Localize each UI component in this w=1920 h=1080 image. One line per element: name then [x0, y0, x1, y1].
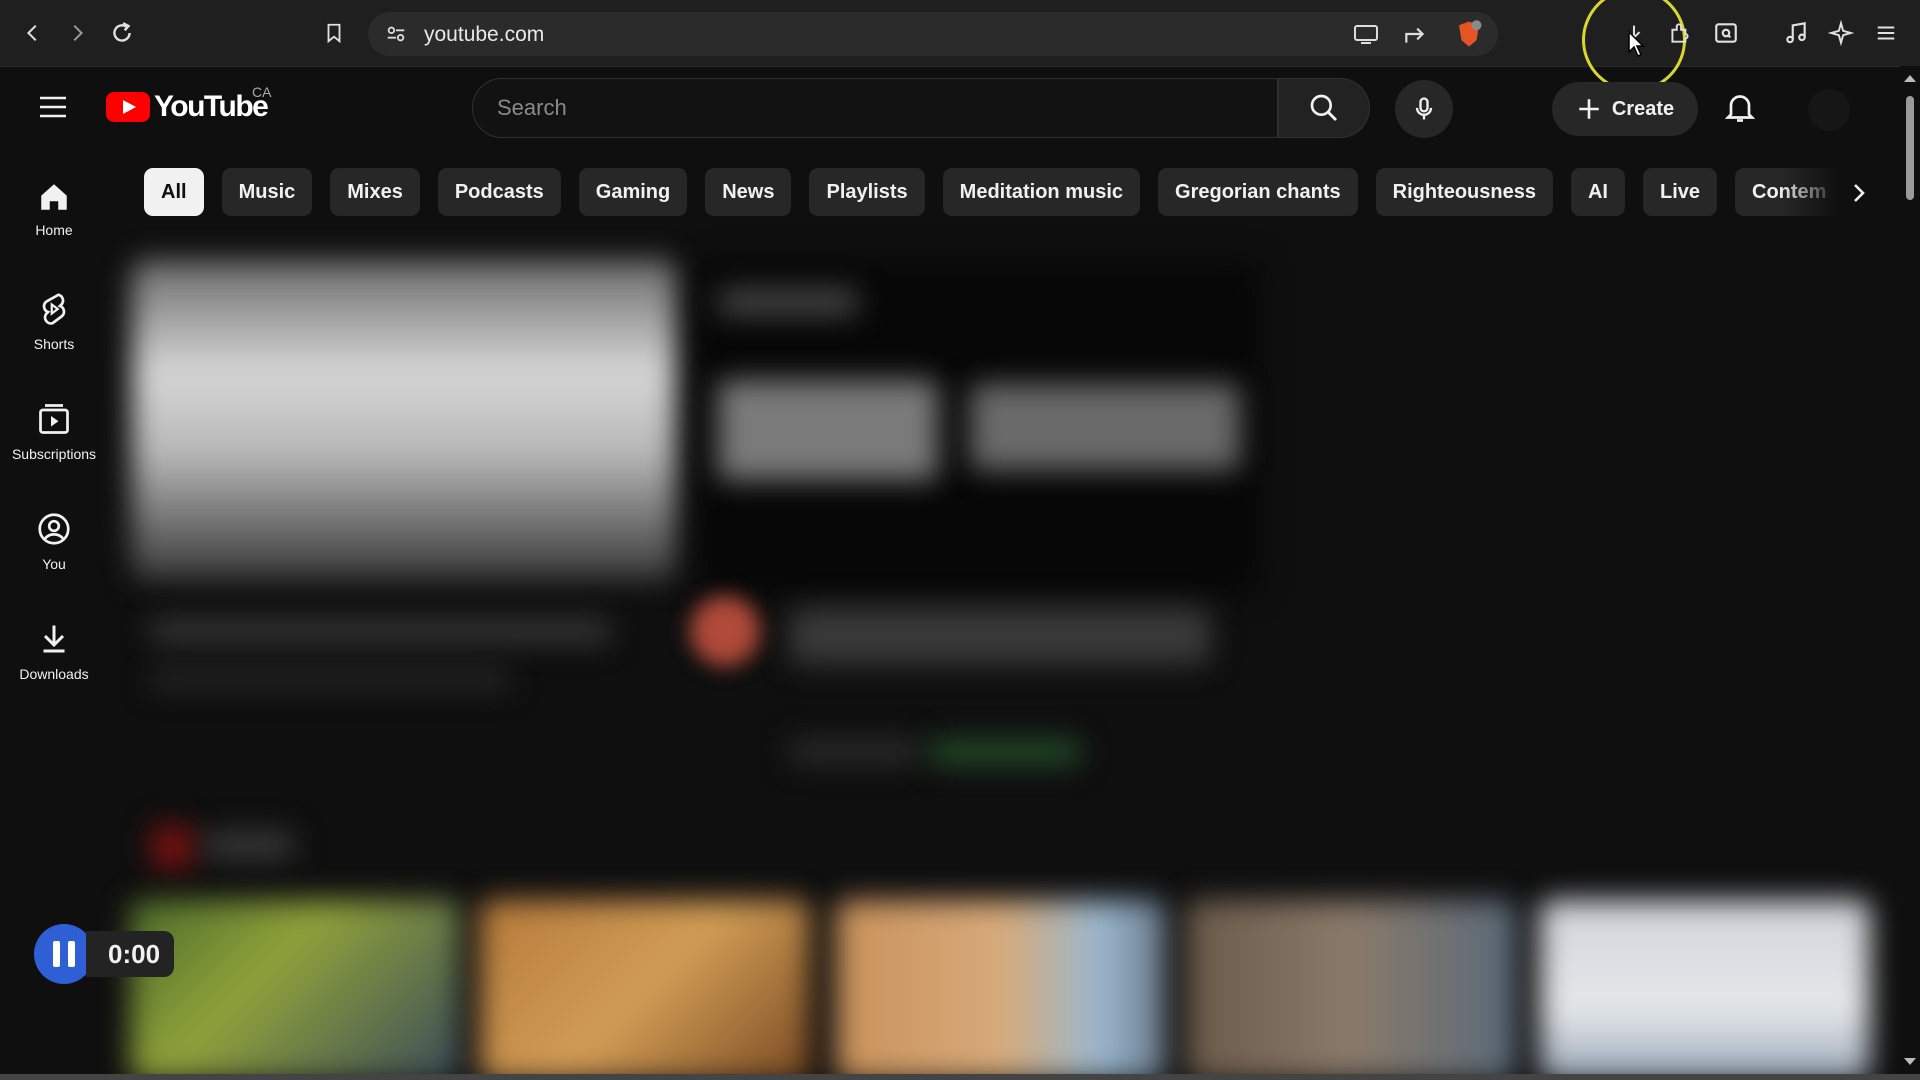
chip-playlists[interactable]: Playlists	[809, 168, 925, 216]
short-thumbnail-5[interactable]	[1540, 900, 1870, 1080]
short-thumbnail-4[interactable]	[1186, 900, 1516, 1080]
site-settings-icon[interactable]	[384, 23, 408, 45]
channel-avatar[interactable]	[690, 596, 760, 666]
ad-text-block-right	[970, 384, 1240, 470]
search-icon	[1310, 94, 1338, 122]
short-thumbnail-2[interactable]	[480, 900, 810, 1080]
featured-video-thumbnail[interactable]	[132, 260, 676, 580]
sidebar-item-label: Downloads	[19, 666, 89, 682]
browser-toolbar: youtube.com	[0, 0, 1920, 92]
chip-gaming[interactable]: Gaming	[578, 168, 688, 216]
country-code: CA	[252, 84, 272, 100]
ad-headline-placeholder	[718, 288, 858, 316]
chip-music[interactable]: Music	[221, 168, 313, 216]
tab-search-icon[interactable]	[1710, 17, 1742, 49]
sidebar-item-subscriptions[interactable]: Subscriptions	[0, 400, 108, 500]
chip-mixes[interactable]: Mixes	[330, 168, 420, 216]
sidebar-item-downloads[interactable]: Downloads	[0, 620, 108, 720]
screen-recorder-widget: 0:00	[34, 924, 175, 984]
shorts-icon	[42, 293, 66, 325]
back-icon[interactable]	[17, 17, 49, 49]
window-bottom-edge	[0, 1074, 1920, 1080]
featured-title-placeholder	[150, 620, 610, 642]
chevron-right-icon[interactable]	[1838, 172, 1880, 214]
you-icon	[38, 513, 70, 545]
menu-icon[interactable]	[1870, 17, 1902, 49]
pause-icon-bar	[68, 941, 75, 967]
create-button[interactable]: Create	[1552, 82, 1698, 136]
downloads-icon	[43, 625, 65, 653]
search-placeholder: Search	[497, 95, 567, 120]
featured-meta-placeholder	[150, 670, 510, 688]
create-label: Create	[1611, 97, 1675, 120]
notifications-bell-icon[interactable]	[1722, 88, 1758, 126]
logo-text: YouTube	[154, 90, 269, 123]
address-bar[interactable]: youtube.com	[368, 12, 1498, 56]
sidebar-item-label: Home	[35, 222, 73, 238]
sidebar-item-shorts[interactable]: Shorts	[0, 290, 108, 390]
subscriptions-icon	[39, 404, 69, 434]
chip-ai[interactable]: AI	[1570, 168, 1625, 216]
avatar[interactable]	[1808, 89, 1850, 131]
shorts-shelf-icon	[152, 826, 194, 868]
pause-icon-bar	[53, 941, 60, 967]
chip-meditation-music[interactable]: Meditation music	[942, 168, 1141, 216]
bookmark-icon[interactable]	[318, 17, 350, 49]
short-thumbnail-1[interactable]	[130, 900, 460, 1080]
filter-chips-bar: All Music Mixes Podcasts Gaming News Pla…	[144, 168, 1856, 218]
scroll-down-arrow-icon[interactable]	[1902, 1056, 1918, 1068]
cast-icon[interactable]	[1352, 22, 1380, 46]
ad-green-bar	[930, 740, 1080, 764]
voice-search-button[interactable]	[1395, 80, 1453, 138]
reload-icon[interactable]	[106, 17, 138, 49]
leo-ai-icon[interactable]	[1825, 17, 1857, 49]
hamburger-menu-icon[interactable]	[38, 94, 68, 120]
shorts-shelf-title	[204, 832, 294, 858]
search-button[interactable]	[1278, 78, 1370, 138]
chip-all[interactable]: All	[144, 168, 204, 216]
share-icon[interactable]	[1402, 21, 1428, 47]
sidebar-item-label: You	[42, 556, 66, 572]
ad-text-block-left	[718, 380, 938, 480]
mouse-cursor-icon	[1627, 30, 1645, 58]
forward-icon[interactable]	[61, 17, 93, 49]
sidebar-item-you[interactable]: You	[0, 510, 108, 610]
brave-shield-icon[interactable]	[1454, 19, 1484, 49]
url-text: youtube.com	[424, 23, 545, 46]
recording-timer: 0:00	[86, 931, 175, 977]
chip-news[interactable]: News	[705, 168, 792, 216]
search-input[interactable]: Search	[472, 78, 1278, 138]
short-thumbnail-3[interactable]	[836, 900, 1166, 1080]
youtube-play-icon	[106, 92, 150, 122]
ad-link-placeholder	[790, 740, 920, 762]
sidebar-item-home[interactable]: Home	[0, 180, 108, 280]
youtube-header: YouTube CA Search Create	[0, 66, 1900, 154]
home-icon	[41, 184, 67, 210]
scrollbar[interactable]	[1900, 66, 1920, 1080]
scroll-up-arrow-icon[interactable]	[1902, 72, 1918, 84]
sidebar-item-label: Subscriptions	[11, 446, 97, 462]
pause-recording-button[interactable]	[34, 924, 94, 984]
chip-gregorian-chants[interactable]: Gregorian chants	[1158, 168, 1358, 216]
youtube-logo[interactable]: YouTube	[106, 90, 269, 124]
chip-podcasts[interactable]: Podcasts	[437, 168, 561, 216]
sidebar-item-label: Shorts	[33, 336, 75, 352]
ad-title-placeholder	[790, 608, 1210, 664]
chip-righteousness[interactable]: Righteousness	[1375, 168, 1553, 216]
chip-live[interactable]: Live	[1642, 168, 1718, 216]
scrollbar-thumb[interactable]	[1906, 96, 1914, 200]
microphone-icon	[1415, 97, 1433, 120]
media-icon[interactable]	[1780, 17, 1812, 49]
extensions-icon[interactable]	[1664, 17, 1696, 49]
plus-icon	[1579, 99, 1599, 119]
